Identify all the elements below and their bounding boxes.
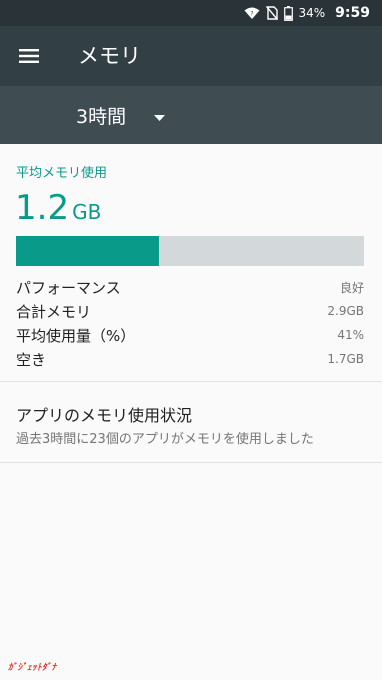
watermark-logo: ｶﾞｼﾞｪｯﾄﾀﾞﾅ: [8, 663, 57, 673]
avg-memory-unit: GB: [72, 200, 102, 224]
stat-row-total-memory: 合計メモリ 2.9GB: [16, 299, 364, 323]
app-bar: メモリ: [0, 26, 382, 86]
status-icons: ? 34% 9:59: [244, 0, 370, 26]
divider: [0, 462, 382, 463]
svg-text:?: ?: [250, 11, 253, 18]
dropdown-arrow-icon: [154, 106, 166, 125]
page-title: メモリ: [78, 44, 141, 68]
avg-memory-label: 平均メモリ使用: [16, 166, 108, 181]
stat-row-average-usage: 平均使用量（%） 41%: [16, 323, 364, 347]
stat-value: 41%: [337, 328, 364, 342]
app-memory-usage-summary: 過去3時間に23個のアプリがメモリを使用しました: [16, 432, 314, 447]
time-range-bar: 3時間: [0, 86, 382, 144]
app-memory-usage-item[interactable]: アプリのメモリ使用状況 過去3時間に23個のアプリがメモリを使用しました: [0, 382, 382, 462]
memory-usage-fill: [16, 236, 159, 266]
status-bar: ? 34% 9:59: [0, 0, 382, 26]
battery-icon: [283, 5, 293, 21]
battery-percent: 34%: [298, 6, 326, 20]
app-memory-usage-title: アプリのメモリ使用状況: [16, 406, 193, 425]
menu-icon[interactable]: [12, 39, 46, 73]
stat-value: 2.9GB: [327, 304, 364, 318]
stat-label: 平均使用量（%）: [16, 326, 136, 345]
stat-label: 空き: [16, 350, 47, 369]
memory-usage-bar: [16, 236, 364, 266]
no-sim-icon: [265, 6, 278, 20]
clock: 9:59: [335, 5, 370, 21]
stat-row-performance: パフォーマンス 良好: [16, 275, 364, 299]
time-range-dropdown[interactable]: 3時間: [62, 94, 179, 136]
stat-value: 1.7GB: [327, 352, 364, 366]
wifi-icon: ?: [244, 6, 260, 20]
time-range-label: 3時間: [76, 105, 127, 128]
stat-label: パフォーマンス: [16, 278, 121, 297]
avg-memory-value: 1.2 GB: [15, 188, 101, 228]
memory-stats: パフォーマンス 良好 合計メモリ 2.9GB 平均使用量（%） 41% 空き 1…: [16, 275, 364, 371]
memory-content: 平均メモリ使用 1.2 GB パフォーマンス 良好 合計メモリ 2.9GB 平均…: [0, 144, 382, 680]
avg-memory-number: 1.2: [15, 188, 70, 228]
stat-value: 良好: [339, 280, 364, 295]
stat-label: 合計メモリ: [16, 302, 92, 321]
stat-row-free: 空き 1.7GB: [16, 347, 364, 371]
